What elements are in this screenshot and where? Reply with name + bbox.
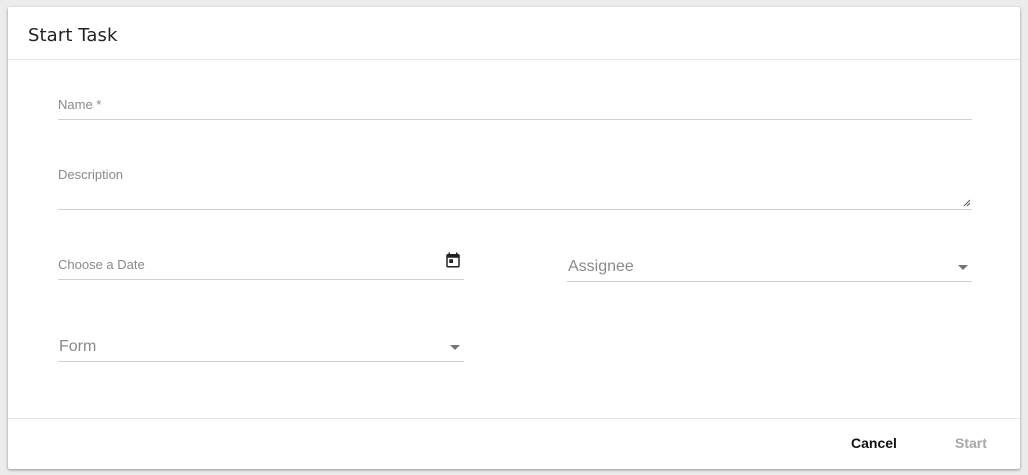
assignee-underline xyxy=(567,281,972,282)
dialog-header: Start Task xyxy=(8,7,1020,60)
form-underline xyxy=(58,361,464,362)
dialog-footer: Cancel Start xyxy=(8,418,1020,469)
name-label: Name * xyxy=(58,97,102,112)
form-select[interactable]: Form xyxy=(58,331,464,362)
dialog-title: Start Task xyxy=(28,25,118,46)
description-label: Description xyxy=(58,167,124,182)
name-underline xyxy=(58,119,972,120)
cancel-button[interactable]: Cancel xyxy=(851,435,897,451)
date-label: Choose a Date xyxy=(58,257,145,272)
description-field[interactable]: Description xyxy=(58,157,972,210)
form-label: Form xyxy=(59,338,97,355)
chevron-down-icon xyxy=(450,345,460,350)
resize-grip-icon[interactable] xyxy=(963,199,971,207)
date-field[interactable]: Choose a Date xyxy=(58,247,464,280)
description-underline xyxy=(58,209,972,210)
start-button[interactable]: Start xyxy=(955,435,987,451)
assignee-label: Assignee xyxy=(568,258,634,275)
assignee-select[interactable]: Assignee xyxy=(567,251,972,282)
calendar-icon[interactable] xyxy=(444,251,462,269)
start-task-dialog: Start Task Name * Description Choose a D… xyxy=(8,7,1020,469)
chevron-down-icon xyxy=(958,265,968,270)
date-underline xyxy=(58,279,464,280)
name-field[interactable]: Name * xyxy=(58,87,972,120)
